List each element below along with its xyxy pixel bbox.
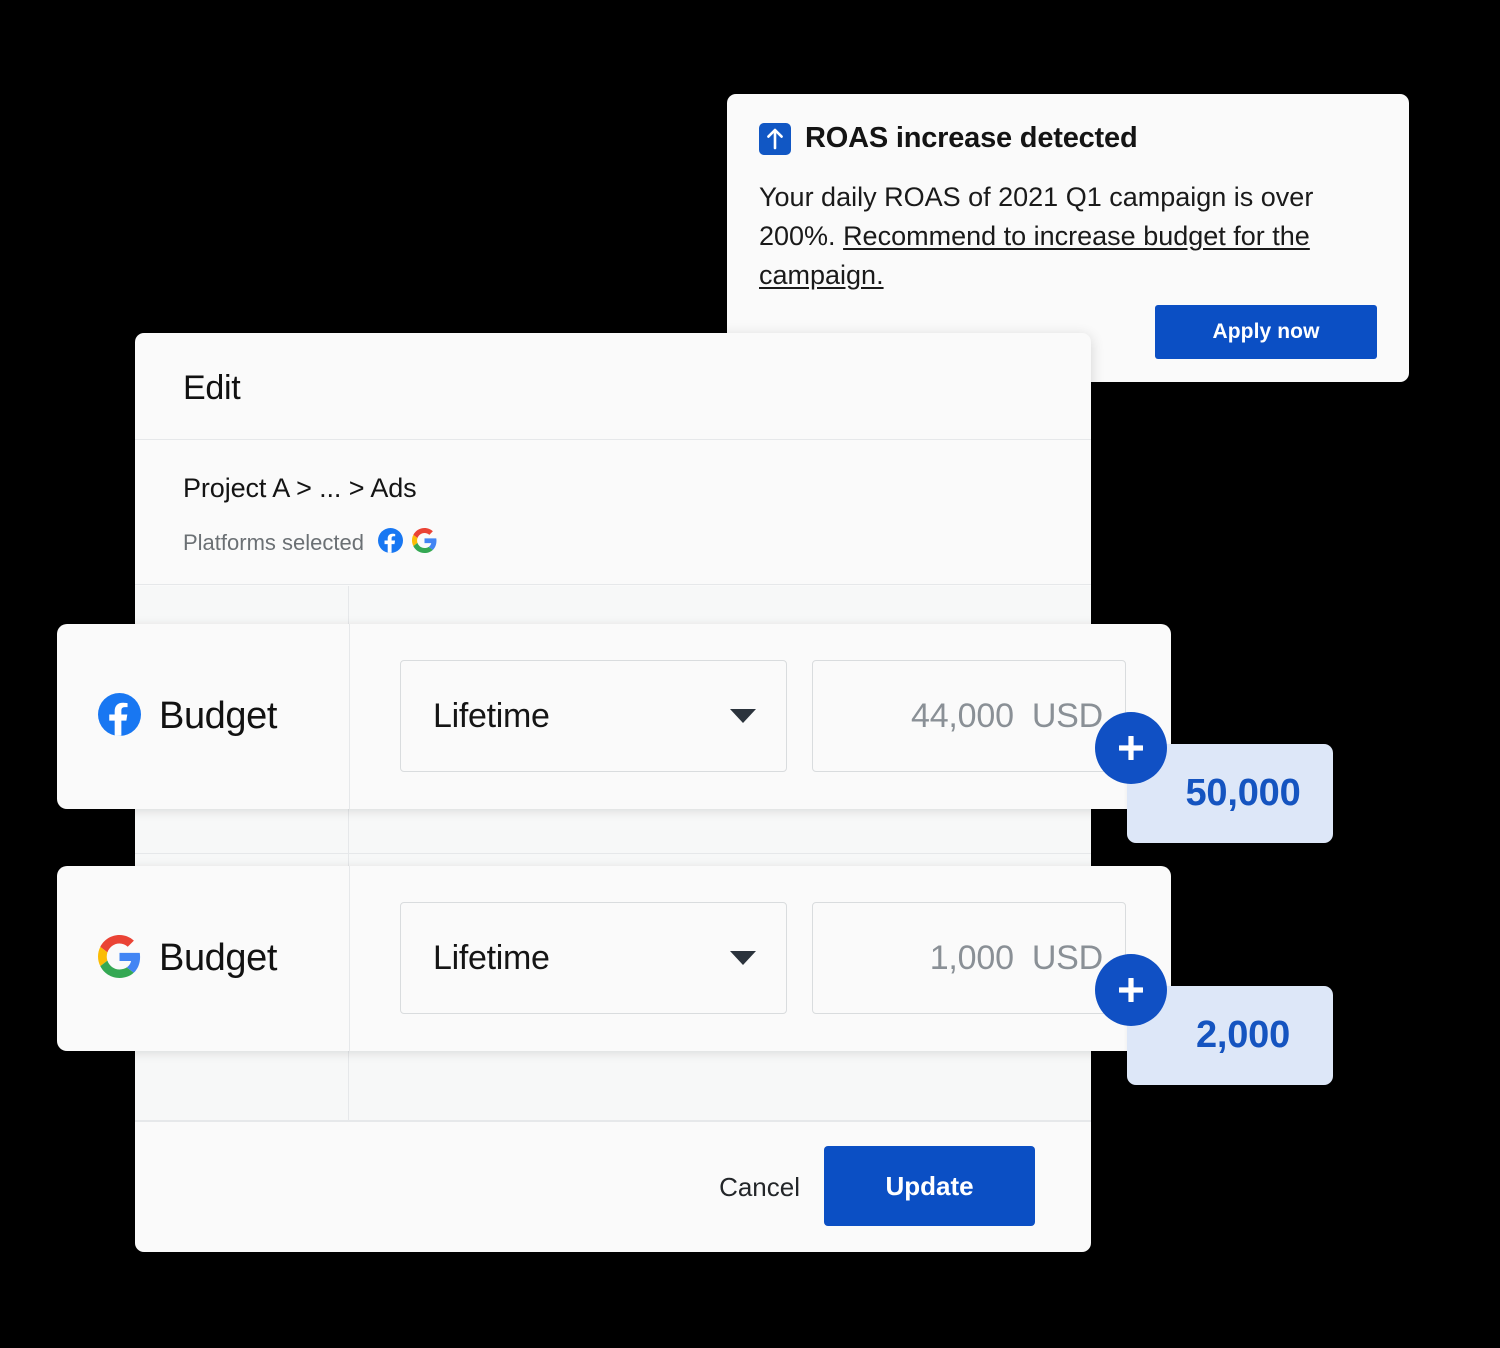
budget-amount-input-google[interactable]: 1,000 USD <box>812 902 1126 1014</box>
budget-amount-inner: 44,000 USD <box>911 661 1103 771</box>
budget-amount-input-facebook[interactable]: 44,000 USD <box>812 660 1126 772</box>
update-button[interactable]: Update <box>824 1146 1035 1226</box>
notification-title: ROAS increase detected <box>805 122 1138 154</box>
budget-amount-value: 44,000 <box>911 696 1014 735</box>
budget-row-separator <box>349 866 350 1051</box>
notification-body: Your daily ROAS of 2021 Q1 campaign is o… <box>759 178 1377 295</box>
budget-row-facebook: Budget Lifetime 44,000 USD <box>57 624 1171 809</box>
increase-budget-plus-button-google[interactable] <box>1095 954 1167 1026</box>
platform-icon-group <box>377 528 437 558</box>
chevron-down-icon <box>730 951 756 965</box>
budget-currency-label: USD <box>1031 938 1103 977</box>
budget-label: Budget <box>159 937 278 979</box>
increase-budget-plus-button-facebook[interactable] <box>1095 712 1167 784</box>
google-icon <box>98 934 141 983</box>
chevron-down-icon <box>730 709 756 723</box>
budget-row-label-group: Budget <box>98 624 277 809</box>
cancel-button[interactable]: Cancel <box>715 1164 804 1211</box>
suggested-value-text: 50,000 <box>1185 772 1301 814</box>
facebook-icon <box>98 692 141 741</box>
platforms-selected-row: Platforms selected <box>183 528 437 558</box>
dialog-title: Edit <box>183 369 241 407</box>
budget-type-select-facebook[interactable]: Lifetime <box>400 660 787 772</box>
budget-currency-label: USD <box>1031 696 1103 735</box>
arrow-up-boxed-icon <box>759 122 791 155</box>
dialog-header: Edit <box>135 333 1091 440</box>
apply-now-button[interactable]: Apply now <box>1155 305 1377 359</box>
dialog-footer: Cancel Update <box>135 1121 1091 1252</box>
google-icon <box>411 528 437 558</box>
budget-row-label-group: Budget <box>98 866 277 1051</box>
screenshot-stage: ROAS increase detected Your daily ROAS o… <box>0 0 1500 1348</box>
budget-row-google: Budget Lifetime 1,000 USD <box>57 866 1171 1051</box>
notification-header: ROAS increase detected <box>759 122 1138 155</box>
budget-row-separator <box>349 624 350 809</box>
breadcrumb: Project A > ... > Ads <box>183 473 417 503</box>
dialog-subheader: Project A > ... > Ads Platforms selected <box>135 440 1091 585</box>
suggested-value-text: 2,000 <box>1195 1014 1291 1056</box>
budget-type-select-google[interactable]: Lifetime <box>400 902 787 1014</box>
budget-amount-inner: 1,000 USD <box>930 903 1103 1013</box>
budget-type-value: Lifetime <box>433 696 550 735</box>
budget-type-value: Lifetime <box>433 938 550 977</box>
budget-amount-value: 1,000 <box>929 938 1014 977</box>
facebook-icon <box>377 528 403 558</box>
platforms-selected-label: Platforms selected <box>183 530 364 555</box>
budget-label: Budget <box>159 695 278 737</box>
